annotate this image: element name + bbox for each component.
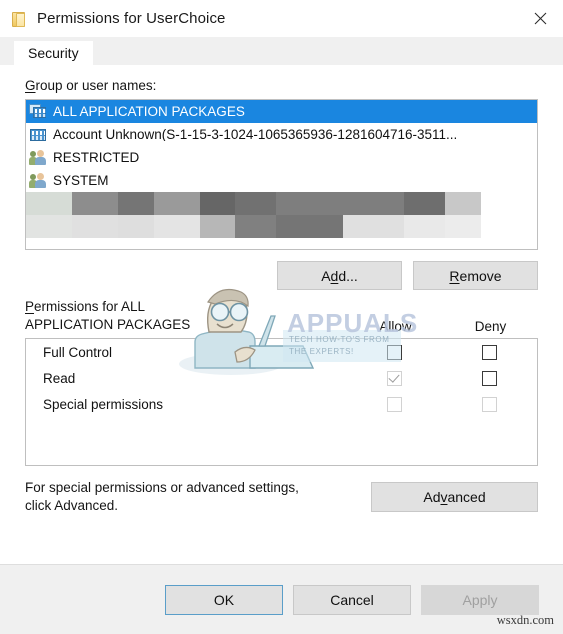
list-item-label: Account Unknown(S-1-15-3-1024-1065365936… — [53, 127, 458, 142]
redaction-block — [117, 192, 154, 216]
redaction-block — [342, 192, 405, 216]
deny-checkbox-read[interactable] — [482, 370, 497, 386]
deny-cell — [442, 344, 537, 360]
deny-cell — [442, 370, 537, 386]
redaction-block — [71, 192, 118, 216]
ok-button-label: OK — [213, 591, 235, 608]
remove-button-accel: R — [449, 267, 460, 284]
allow-checkbox-special-permissions[interactable] — [387, 396, 402, 412]
list-actions: Add... Remove — [25, 261, 538, 291]
tab-security-label: Security — [28, 45, 79, 61]
group-names-label: Group or user names: — [25, 65, 538, 99]
allow-cell — [347, 370, 442, 386]
deny-checkbox-special-permissions[interactable] — [482, 396, 497, 412]
app-package-icon — [29, 126, 48, 143]
site-watermark: wsxdn.com — [496, 613, 554, 627]
permission-name: Read — [43, 370, 76, 386]
advanced-button-accel: v — [440, 489, 448, 506]
add-button[interactable]: Add... — [277, 261, 402, 291]
redaction-block — [342, 215, 405, 239]
apply-button: Apply — [421, 584, 539, 615]
redaction-block — [276, 215, 343, 239]
allow-checkbox-read[interactable] — [387, 370, 402, 386]
allow-cell — [347, 396, 442, 412]
ok-button[interactable]: OK — [165, 584, 283, 615]
allow-checkbox-full-control[interactable] — [387, 344, 402, 360]
permission-row: Special permissions — [26, 391, 537, 417]
deny-cell — [442, 396, 537, 412]
redaction-block — [444, 192, 481, 216]
remove-button[interactable]: Remove — [413, 261, 538, 291]
dialog-footer: OK Cancel Apply — [0, 564, 563, 634]
deny-checkbox-full-control[interactable] — [482, 344, 497, 360]
advanced-button[interactable]: Advanced — [371, 482, 538, 513]
tab-security[interactable]: Security — [14, 41, 93, 65]
permissions-header: Permissions for ALL APPLICATION PACKAGES… — [25, 294, 538, 334]
permissions-for-accel: P — [25, 298, 35, 314]
redaction-block — [199, 192, 236, 216]
window-title: Permissions for UserChoice — [37, 10, 226, 27]
redaction-block — [117, 215, 154, 239]
permissions-for-line1: ermissions for ALL — [34, 298, 146, 314]
permission-name: Full Control — [43, 344, 113, 360]
redaction-block — [235, 215, 277, 239]
list-item[interactable]: Account Unknown(S-1-15-3-1024-1065365936… — [26, 123, 537, 146]
list-item-label: RESTRICTED — [53, 150, 140, 165]
permission-column-headers: Allow Deny — [348, 319, 538, 334]
list-item[interactable]: ALL APPLICATION PACKAGES — [26, 100, 537, 124]
permissions-dialog: Permissions for UserChoice Security Grou… — [0, 0, 563, 634]
redaction-block — [404, 215, 445, 239]
advanced-note: For special permissions or advanced sett… — [25, 479, 299, 515]
title-bar: Permissions for UserChoice — [0, 0, 563, 37]
redaction-block — [444, 215, 481, 239]
dialog-content: Group or user names: ALL APPLICATION PAC… — [0, 65, 563, 564]
redaction-block — [153, 192, 200, 216]
redaction-block — [480, 192, 537, 216]
redaction-block — [235, 192, 277, 216]
permission-name: Special permissions — [43, 396, 164, 412]
permission-row: Read — [26, 365, 537, 391]
permissions-list: Full Control Read Special permissions — [25, 338, 538, 467]
list-item[interactable]: RESTRICTED — [26, 146, 537, 169]
redacted-list-item[interactable] — [26, 215, 537, 239]
group-names-label-rest: roup or user names: — [35, 78, 157, 93]
user-group-icon — [29, 149, 48, 166]
add-button-accel: d — [330, 267, 339, 284]
permissions-for-label: Permissions for ALL APPLICATION PACKAGES — [25, 298, 190, 334]
list-item-label: ALL APPLICATION PACKAGES — [53, 104, 245, 119]
list-item[interactable]: SYSTEM — [26, 169, 537, 192]
advanced-note-line1: For special permissions or advanced sett… — [25, 480, 299, 496]
redaction-block — [153, 215, 200, 239]
cancel-button[interactable]: Cancel — [293, 584, 411, 615]
redaction-block — [276, 192, 343, 216]
group-user-list[interactable]: ALL APPLICATION PACKAGES Account Unknown… — [25, 99, 538, 251]
folder-icon — [12, 11, 26, 27]
app-package-icon — [29, 103, 48, 120]
close-icon[interactable] — [517, 0, 563, 37]
permissions-for-line2: APPLICATION PACKAGES — [25, 316, 191, 332]
group-names-label-accel: G — [25, 78, 36, 93]
user-group-icon — [29, 172, 48, 189]
redacted-list-item[interactable] — [26, 192, 537, 216]
list-item-label: SYSTEM — [53, 173, 109, 188]
advanced-section: For special permissions or advanced sett… — [25, 479, 538, 515]
redaction-block — [26, 215, 72, 239]
tab-strip: Security — [0, 37, 563, 65]
redaction-block — [199, 215, 236, 239]
apply-button-label: Apply — [462, 591, 498, 608]
redaction-block — [404, 192, 445, 216]
redaction-block — [71, 215, 118, 239]
permission-row: Full Control — [26, 339, 537, 365]
column-header-deny: Deny — [474, 319, 507, 335]
allow-cell — [347, 344, 442, 360]
redaction-block — [480, 215, 537, 239]
redaction-block — [26, 192, 72, 216]
cancel-button-label: Cancel — [330, 591, 374, 608]
column-header-allow: Allow — [379, 319, 412, 335]
advanced-note-line2: click Advanced. — [25, 498, 119, 514]
